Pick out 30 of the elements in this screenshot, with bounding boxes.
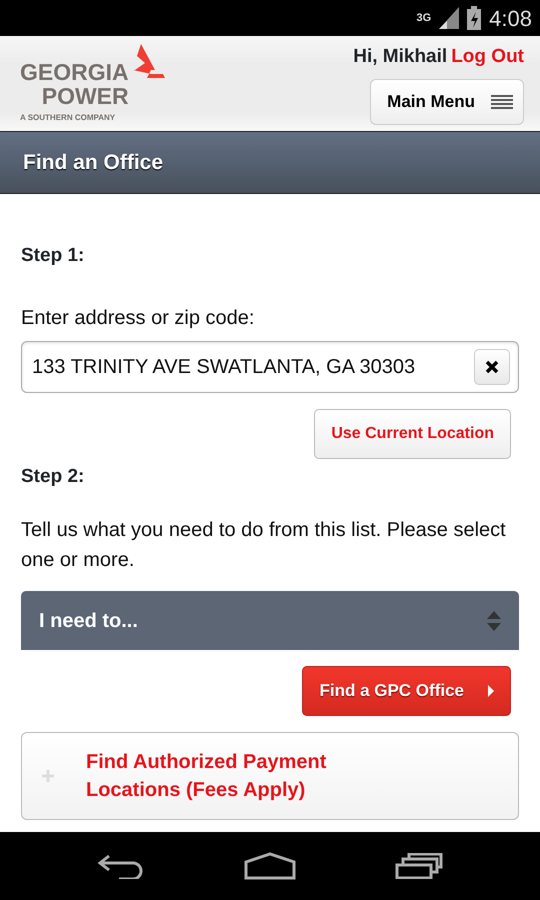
- battery-icon: [467, 6, 482, 30]
- greeting-text: Hi, Mikhail: [353, 44, 448, 68]
- field-label: Enter address or zip code:: [21, 306, 256, 330]
- recent-apps-icon[interactable]: [394, 853, 443, 879]
- logo-text: GEORGIA: [20, 60, 129, 84]
- need-select[interactable]: I need to...: [21, 591, 519, 650]
- use-location-button[interactable]: Use Current Location: [314, 408, 511, 458]
- menu-icon: [491, 94, 513, 109]
- logo-text: POWER: [42, 84, 129, 108]
- main-menu-button[interactable]: Main Menu: [370, 79, 524, 124]
- logout-link[interactable]: Log Out: [451, 42, 524, 71]
- signal-icon: [439, 7, 460, 29]
- instructions-text: Tell us what you need to do from this list. Please select one or more.: [21, 518, 507, 573]
- sort-arrows-icon: [487, 610, 501, 630]
- logo-tagline: A SOUTHERN COMPANY: [20, 112, 116, 124]
- close-icon: [485, 360, 499, 374]
- clear-button[interactable]: [474, 348, 510, 384]
- page-title: Find an Office: [0, 131, 540, 194]
- step-heading: Step 2:: [21, 464, 86, 488]
- address-field[interactable]: 133 TRINITY AVE SWATLANTA, GA 30303: [21, 340, 519, 392]
- back-icon[interactable]: [97, 853, 146, 879]
- network-label: 3G: [416, 10, 432, 26]
- payment-locations-accordion[interactable]: Find Authorized Payment Locations (Fees Apply): [21, 732, 519, 820]
- clock-time: 4:08: [489, 4, 532, 32]
- address-input[interactable]: 133 TRINITY AVE SWATLANTA, GA 30303: [30, 350, 466, 382]
- home-icon[interactable]: [244, 852, 296, 880]
- find-office-button[interactable]: Find a GPC Office: [302, 666, 511, 716]
- step-heading: Step 1:: [21, 244, 86, 268]
- plus-icon: [42, 770, 54, 782]
- caret-icon: [488, 684, 494, 697]
